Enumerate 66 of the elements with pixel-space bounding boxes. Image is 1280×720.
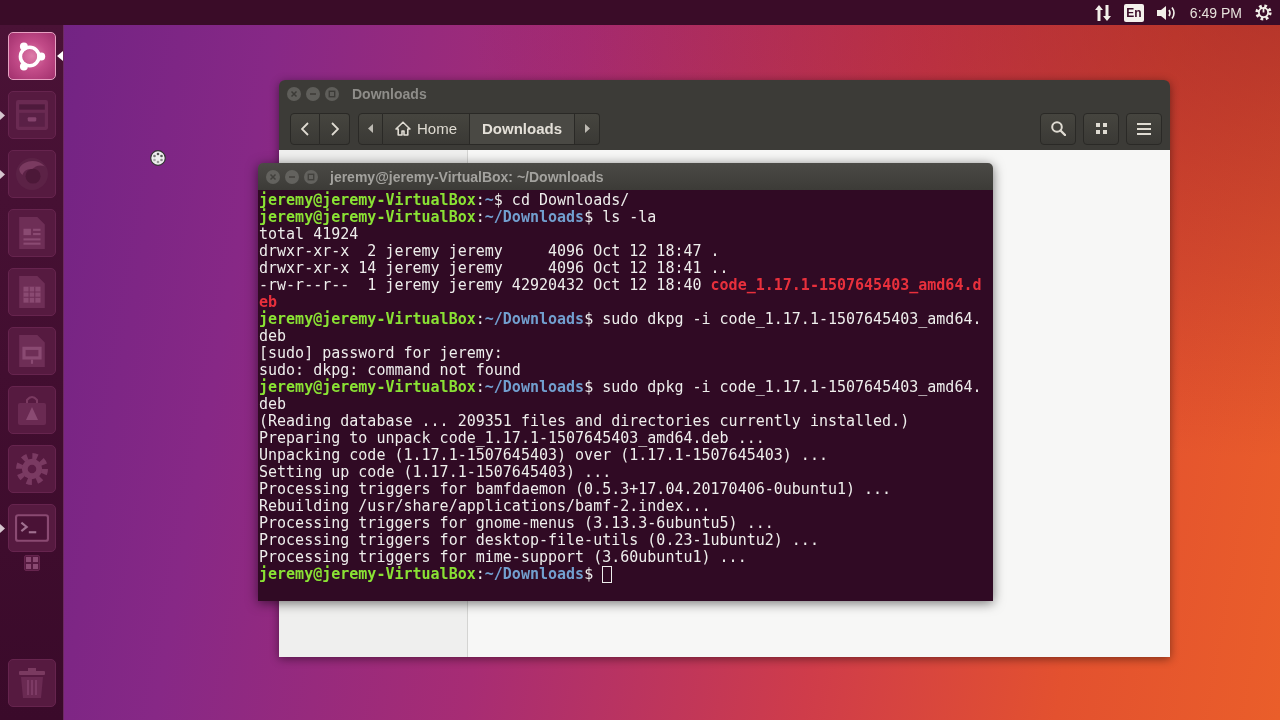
terminal-line: deb [259,328,287,345]
volume-icon[interactable] [1156,4,1177,21]
search-button[interactable] [1040,112,1076,145]
grid-icon [26,557,38,569]
terminal-line: -rw-r--r-- 1 jeremy jeremy 42920432 Oct 12 18:40 code_1.17.1-1507645403_amd64.d [259,277,982,294]
launcher-button[interactable] [8,32,56,80]
back-button[interactable] [290,112,320,145]
minimize-icon[interactable] [306,86,320,101]
terminal-line: deb [259,396,287,413]
terminal-line: drwxr-xr-x 14 jeremy jeremy 4096 Oct 12 18:41 .. [259,260,729,277]
terminal-line: jeremy@jeremy-VirtualBox:~/Downloads$ sudo dpkg -i code_1.17.1-1507645403_amd64. [259,379,982,396]
search-icon [1050,121,1066,136]
path-button[interactable]: Home [383,112,470,145]
clock[interactable]: 6:49 PM [1189,4,1242,21]
terminal-line: Processing triggers for desktop-file-utils (0.23-1ubuntu2) ... [259,532,819,549]
window-title: Downloads [352,85,427,102]
terminal-line: Processing triggers for mime-support (3.60ubuntu1) ... [259,549,747,566]
terminal-line: jeremy@jeremy-VirtualBox:~$ cd Downloads/ [259,192,630,209]
minimize-icon[interactable] [285,169,299,184]
gear-icon[interactable] [1255,4,1272,21]
terminal-line: Processing triggers for gnome-menus (3.13.3-6ubuntu5) ... [259,515,774,532]
logo-icon [18,41,46,71]
network-arrows-icon[interactable] [1094,3,1111,22]
menu-icon [1137,122,1151,135]
busy-cursor-icon [150,150,166,166]
close-icon[interactable] [266,169,280,184]
document-icon [19,217,45,249]
caret-left-icon [368,124,373,133]
terminal-line: sudo: dkpg: command not found [259,362,521,379]
presentation-icon [19,335,45,367]
terminal-line: jeremy@jeremy-VirtualBox:~/Downloads$ sudo dkpg -i code_1.17.1-1507645403_amd64. [259,311,982,328]
spreadsheet-icon [19,276,45,308]
grid-icon [1095,123,1107,134]
terminal-line: (Reading database ... 209351 files and directories currently installed.) [259,413,910,430]
gear-icon [16,453,48,485]
terminal-line: total 41924 [259,226,359,243]
chevron-left-icon [301,121,309,136]
file-cabinet-icon [16,100,48,130]
scroll-left-button[interactable] [358,112,383,145]
terminal-line: Preparing to unpack code_1.17.1-1507645403_amd64.deb ... [259,430,765,447]
path-button[interactable]: Downloads [470,112,576,145]
terminal-line: Rebuilding /usr/share/applications/bamf-2.index... [259,498,711,515]
terminal-line: drwxr-xr-x 2 jeremy jeremy 4096 Oct 12 18:47 . [259,243,720,260]
terminal-line: Unpacking code (1.17.1-1507645403) over (1.17.1-1507645403) ... [259,447,828,464]
maximize-icon[interactable] [304,169,318,184]
close-icon[interactable] [287,86,301,101]
caret-right-icon [584,124,590,133]
forward-button[interactable] [320,112,350,145]
terminal-line: jeremy@jeremy-VirtualBox:~/Downloads$ [259,566,595,583]
shopping-bag-icon [18,395,46,425]
trash-icon [19,668,45,698]
maximize-icon[interactable] [325,86,339,101]
keyboard-layout-indicator[interactable]: En [1123,3,1144,22]
globe-icon [16,158,48,190]
home-icon [395,121,411,136]
menu-button[interactable] [1126,112,1162,145]
view-toggle-button[interactable] [1083,112,1119,145]
terminal-line: Setting up code (1.17.1-1507645403) ... [259,464,612,481]
terminal-line: jeremy@jeremy-VirtualBox:~/Downloads$ ls -la [259,209,657,226]
window-title: jeremy@jeremy-VirtualBox: ~/Downloads [330,168,604,185]
terminal-line: Processing triggers for bamfdaemon (0.5.3+17.04.20170406-0ubuntu1) ... [259,481,892,498]
scroll-right-button[interactable] [575,112,601,145]
terminal-line: eb [259,294,278,311]
chevron-right-icon [330,121,339,136]
terminal-icon [15,514,49,542]
terminal-line: [sudo] password for jeremy: [259,345,503,362]
